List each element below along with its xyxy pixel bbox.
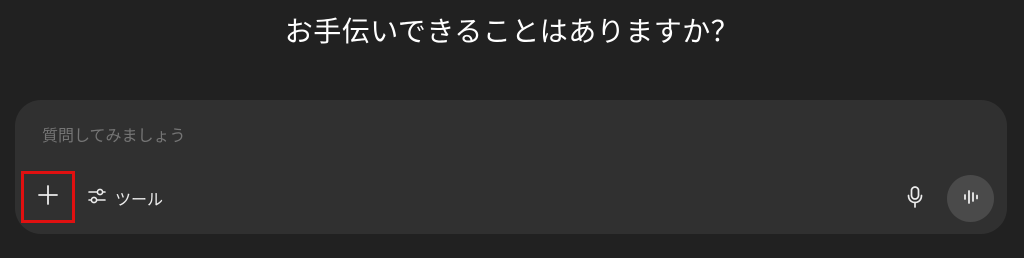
prompt-composer: ツール (15, 100, 1007, 234)
voice-waveform-icon (961, 188, 981, 210)
add-attachment-button[interactable] (21, 171, 75, 223)
tools-button[interactable]: ツール (87, 185, 163, 211)
chat-home: お手伝いできることはありますか？ ツール (0, 0, 1024, 258)
sliders-icon (87, 187, 107, 209)
plus-icon (37, 184, 59, 210)
prompt-input[interactable] (42, 126, 742, 148)
voice-mode-button[interactable] (947, 175, 994, 222)
microphone-button[interactable] (900, 184, 930, 214)
page-title: お手伝いできることはありますか？ (284, 15, 740, 48)
tools-label: ツール (115, 190, 164, 209)
microphone-icon (906, 185, 924, 213)
